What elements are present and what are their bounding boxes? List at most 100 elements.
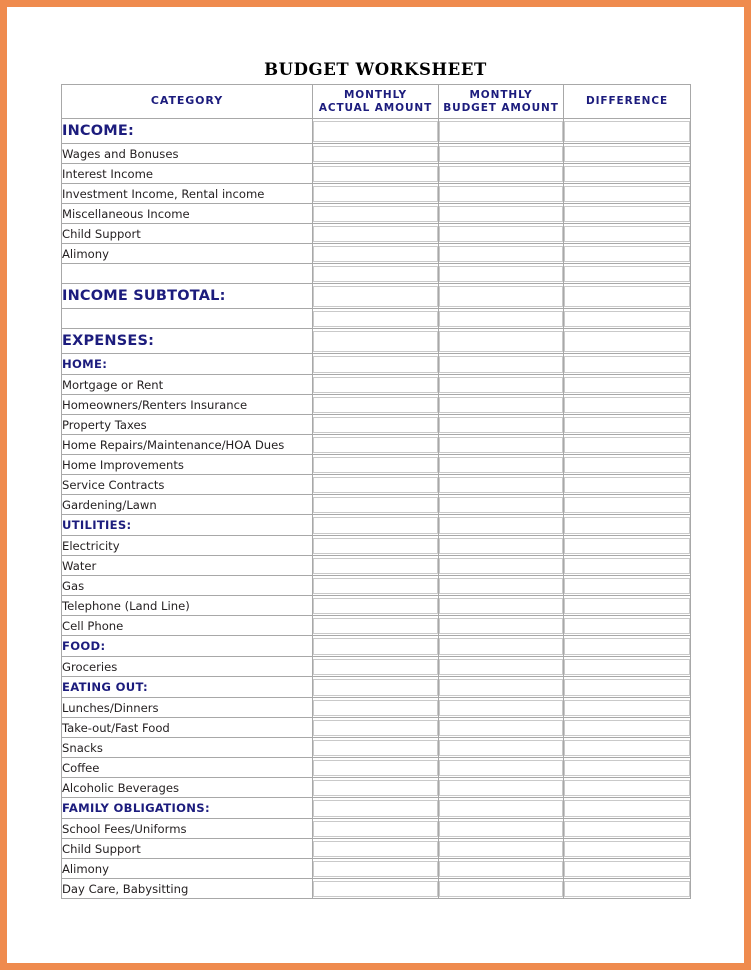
difference-amount-cell-input[interactable] <box>564 759 690 776</box>
budget-amount-cell[interactable] <box>438 818 564 839</box>
actual-amount-cell-input[interactable] <box>313 516 438 534</box>
budget-amount-cell[interactable] <box>438 414 564 435</box>
actual-amount-cell[interactable] <box>312 777 439 798</box>
actual-amount-cell[interactable] <box>312 818 439 839</box>
difference-amount-cell[interactable] <box>563 474 691 495</box>
budget-amount-cell-input[interactable] <box>439 799 563 817</box>
difference-amount-cell[interactable] <box>563 454 691 475</box>
budget-amount-cell[interactable] <box>438 656 564 677</box>
difference-amount-cell-input[interactable] <box>564 396 690 413</box>
budget-amount-cell[interactable] <box>438 203 564 224</box>
difference-amount-cell[interactable] <box>563 143 691 164</box>
budget-amount-cell-input[interactable] <box>439 658 563 675</box>
difference-amount-cell[interactable] <box>563 818 691 839</box>
difference-amount-cell[interactable] <box>563 737 691 758</box>
difference-amount-cell-input[interactable] <box>564 880 690 897</box>
actual-amount-cell[interactable] <box>312 514 439 536</box>
budget-amount-cell-input[interactable] <box>439 355 563 373</box>
difference-amount-cell[interactable] <box>563 394 691 415</box>
budget-amount-cell[interactable] <box>438 797 564 819</box>
budget-amount-cell-input[interactable] <box>439 245 563 262</box>
actual-amount-cell-input[interactable] <box>313 355 438 373</box>
actual-amount-cell[interactable] <box>312 328 439 354</box>
difference-amount-cell-input[interactable] <box>564 597 690 614</box>
budget-amount-cell[interactable] <box>438 143 564 164</box>
actual-amount-cell[interactable] <box>312 474 439 495</box>
actual-amount-cell[interactable] <box>312 858 439 879</box>
difference-amount-cell-input[interactable] <box>564 165 690 182</box>
actual-amount-cell[interactable] <box>312 434 439 455</box>
budget-amount-cell-input[interactable] <box>439 265 563 282</box>
difference-amount-cell[interactable] <box>563 777 691 798</box>
budget-amount-cell-input[interactable] <box>439 739 563 756</box>
actual-amount-cell-input[interactable] <box>313 310 438 327</box>
budget-amount-cell[interactable] <box>438 514 564 536</box>
difference-amount-cell-input[interactable] <box>564 739 690 756</box>
budget-amount-cell[interactable] <box>438 374 564 395</box>
budget-amount-cell[interactable] <box>438 717 564 738</box>
difference-amount-cell-input[interactable] <box>564 537 690 554</box>
actual-amount-cell[interactable] <box>312 676 439 698</box>
difference-amount-cell[interactable] <box>563 838 691 859</box>
actual-amount-cell-input[interactable] <box>313 120 438 142</box>
actual-amount-cell[interactable] <box>312 118 439 144</box>
budget-amount-cell-input[interactable] <box>439 516 563 534</box>
difference-amount-cell[interactable] <box>563 595 691 616</box>
budget-amount-cell-input[interactable] <box>439 699 563 716</box>
difference-amount-cell-input[interactable] <box>564 416 690 433</box>
actual-amount-cell-input[interactable] <box>313 537 438 554</box>
budget-amount-cell[interactable] <box>438 283 564 309</box>
actual-amount-cell[interactable] <box>312 535 439 556</box>
difference-amount-cell-input[interactable] <box>564 637 690 655</box>
actual-amount-cell-input[interactable] <box>313 840 438 857</box>
budget-amount-cell-input[interactable] <box>439 396 563 413</box>
difference-amount-cell-input[interactable] <box>564 205 690 222</box>
actual-amount-cell[interactable] <box>312 243 439 264</box>
budget-amount-cell-input[interactable] <box>439 577 563 594</box>
actual-amount-cell[interactable] <box>312 183 439 204</box>
budget-amount-cell[interactable] <box>438 394 564 415</box>
budget-amount-cell[interactable] <box>438 757 564 778</box>
budget-amount-cell-input[interactable] <box>439 557 563 574</box>
actual-amount-cell-input[interactable] <box>313 577 438 594</box>
difference-amount-cell[interactable] <box>563 203 691 224</box>
difference-amount-cell-input[interactable] <box>564 145 690 162</box>
actual-amount-cell[interactable] <box>312 878 439 899</box>
actual-amount-cell-input[interactable] <box>313 759 438 776</box>
difference-amount-cell[interactable] <box>563 535 691 556</box>
budget-amount-cell[interactable] <box>438 555 564 576</box>
budget-amount-cell[interactable] <box>438 676 564 698</box>
difference-amount-cell-input[interactable] <box>564 617 690 634</box>
difference-amount-cell[interactable] <box>563 414 691 435</box>
difference-amount-cell-input[interactable] <box>564 496 690 513</box>
difference-amount-cell-input[interactable] <box>564 799 690 817</box>
difference-amount-cell-input[interactable] <box>564 719 690 736</box>
actual-amount-cell[interactable] <box>312 555 439 576</box>
budget-amount-cell-input[interactable] <box>439 376 563 393</box>
difference-amount-cell[interactable] <box>563 243 691 264</box>
actual-amount-cell[interactable] <box>312 414 439 435</box>
budget-amount-cell[interactable] <box>438 263 564 284</box>
actual-amount-cell[interactable] <box>312 838 439 859</box>
actual-amount-cell-input[interactable] <box>313 330 438 352</box>
actual-amount-cell[interactable] <box>312 575 439 596</box>
budget-amount-cell[interactable] <box>438 494 564 515</box>
difference-amount-cell[interactable] <box>563 308 691 329</box>
actual-amount-cell[interactable] <box>312 454 439 475</box>
actual-amount-cell[interactable] <box>312 595 439 616</box>
budget-amount-cell[interactable] <box>438 163 564 184</box>
budget-amount-cell-input[interactable] <box>439 759 563 776</box>
budget-amount-cell[interactable] <box>438 434 564 455</box>
actual-amount-cell[interactable] <box>312 374 439 395</box>
actual-amount-cell[interactable] <box>312 797 439 819</box>
actual-amount-cell-input[interactable] <box>313 205 438 222</box>
difference-amount-cell-input[interactable] <box>564 840 690 857</box>
difference-amount-cell[interactable] <box>563 353 691 375</box>
budget-amount-cell[interactable] <box>438 777 564 798</box>
actual-amount-cell-input[interactable] <box>313 658 438 675</box>
difference-amount-cell[interactable] <box>563 697 691 718</box>
actual-amount-cell-input[interactable] <box>313 617 438 634</box>
difference-amount-cell[interactable] <box>563 434 691 455</box>
budget-amount-cell[interactable] <box>438 838 564 859</box>
budget-amount-cell-input[interactable] <box>439 436 563 453</box>
